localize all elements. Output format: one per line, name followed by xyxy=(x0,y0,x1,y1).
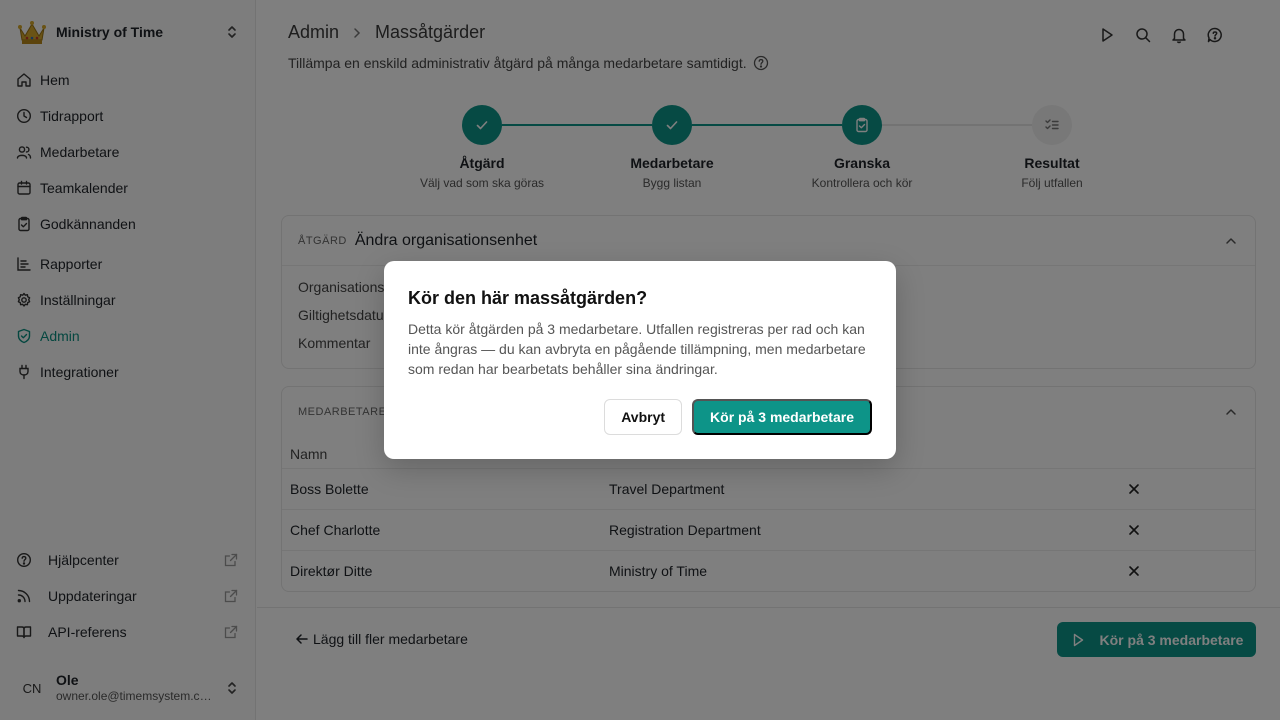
dialog-actions: Avbryt Kör på 3 medarbetare xyxy=(604,399,872,435)
dialog-title: Kör den här massåtgärden? xyxy=(408,288,648,308)
dialog-body: Detta kör åtgärden på 3 medarbetare. Utf… xyxy=(408,321,866,377)
confirm-run-button[interactable]: Kör på 3 medarbetare xyxy=(692,399,872,435)
confirm-dialog: Kör den här massåtgärden? Detta kör åtgä… xyxy=(384,261,896,459)
cancel-button[interactable]: Avbryt xyxy=(604,399,683,435)
